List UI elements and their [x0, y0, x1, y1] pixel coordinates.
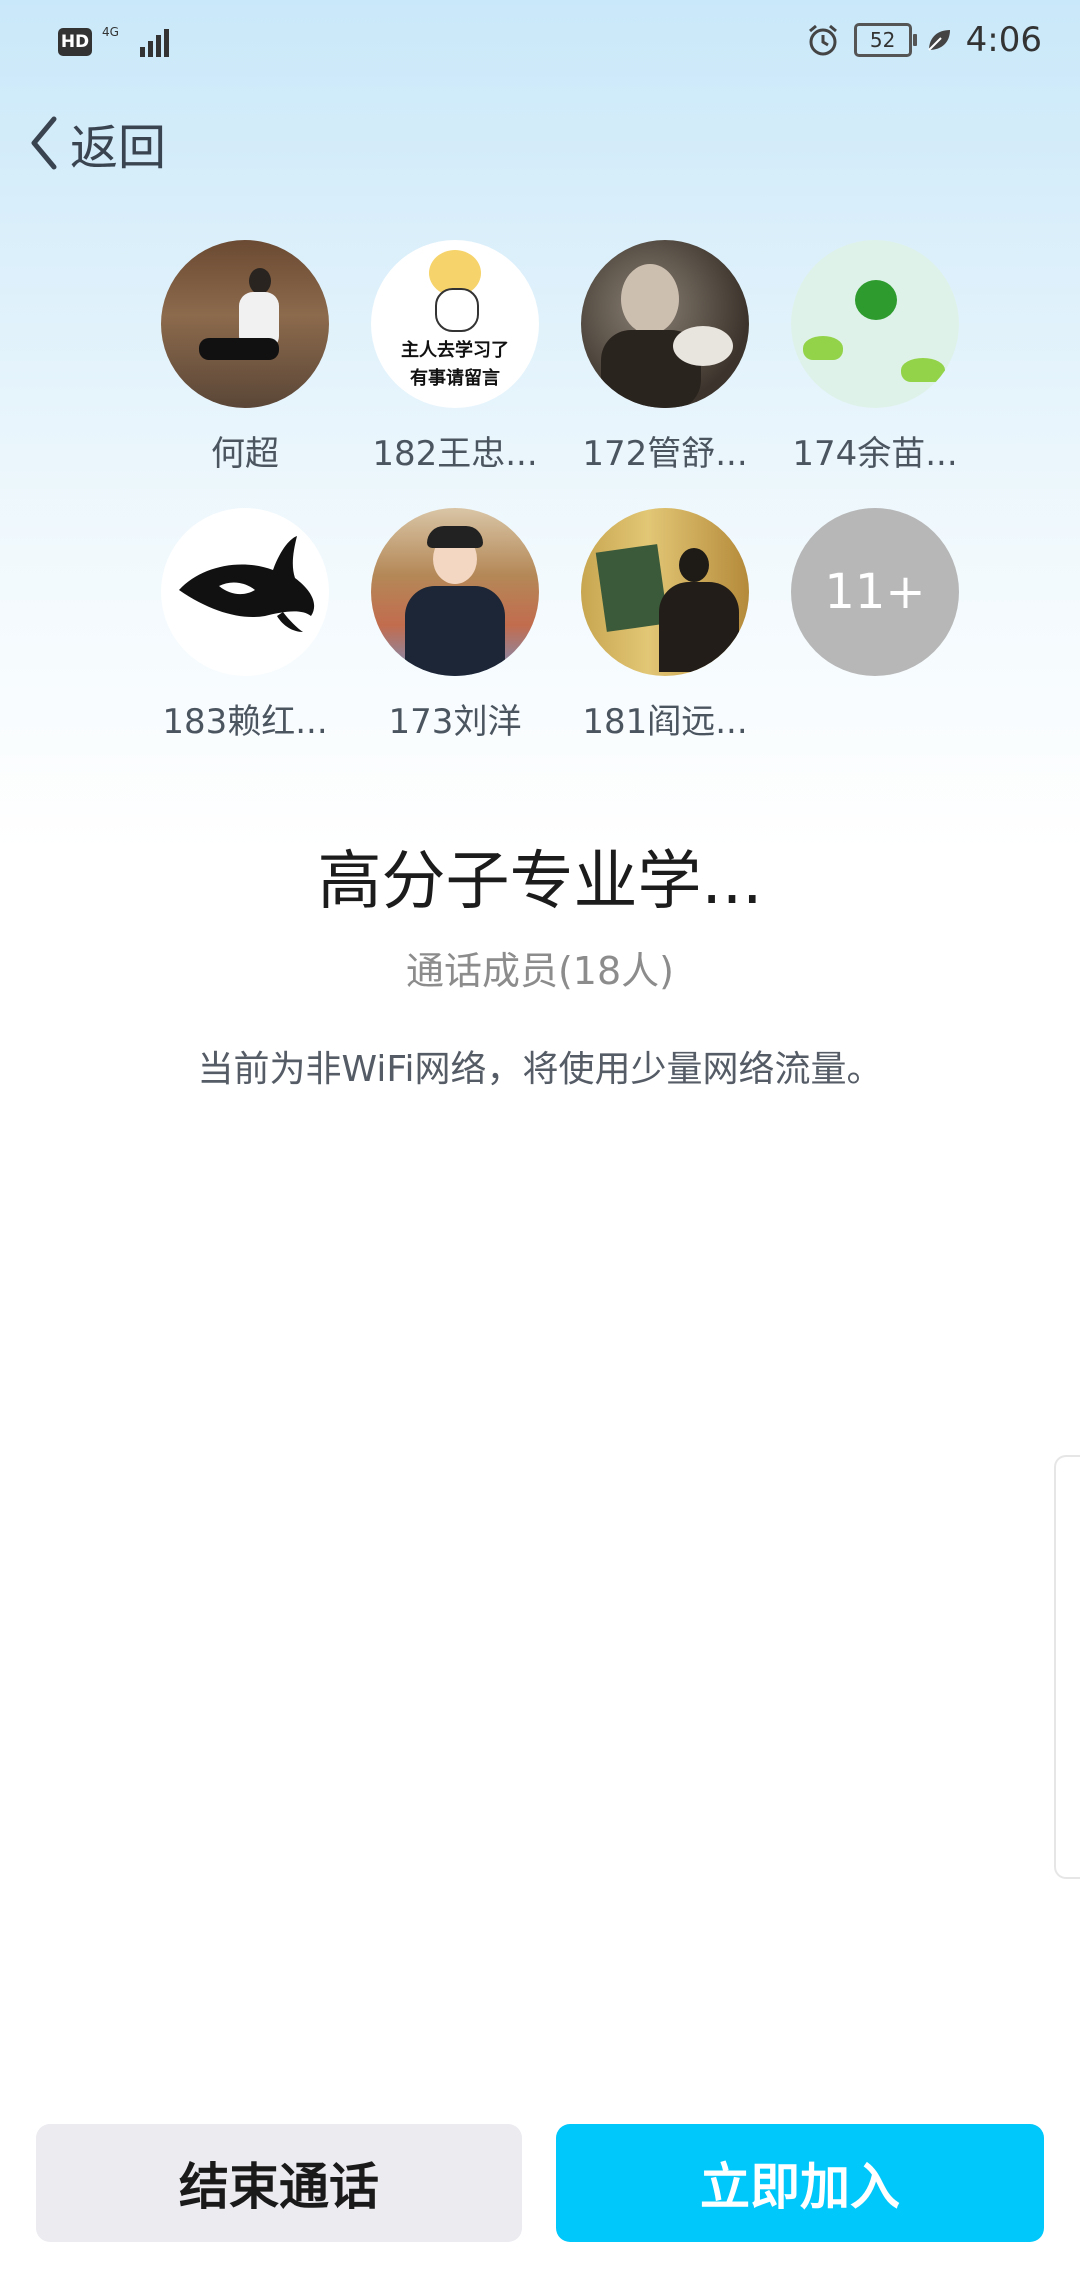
avatar-caption-2: 有事请留言 [410, 368, 500, 389]
member-item[interactable]: 何超 [140, 240, 350, 475]
alarm-icon [808, 24, 837, 56]
member-item[interactable]: 174余苗... [770, 240, 980, 475]
member-name: 181阎远... [582, 702, 748, 742]
avatar-caption-1: 主人去学习了 [401, 340, 509, 361]
network-hint: 当前为非WiFi网络，将使用少量网络流量。 [197, 1049, 883, 1090]
member-name: 何超 [211, 434, 279, 474]
more-members-count: 11+ [791, 508, 959, 676]
leaf-icon [927, 30, 950, 51]
end-call-button[interactable]: 结束通话 [36, 2124, 522, 2242]
chevron-left-icon [31, 116, 57, 170]
side-drawer-handle[interactable] [1054, 1455, 1080, 1879]
network-type-icon: 4G [102, 25, 119, 39]
member-avatar [791, 240, 959, 408]
member-name: 174余苗... [792, 434, 958, 474]
member-item[interactable]: 主人去学习了 有事请留言 182王忠... [350, 240, 560, 475]
member-name: 173刘洋 [388, 702, 522, 742]
more-members-button[interactable]: 11+ [770, 508, 980, 676]
member-name: 183赖红... [162, 702, 328, 742]
member-avatar: 主人去学习了 有事请留言 [371, 240, 539, 408]
hd-icon: HD [58, 28, 92, 56]
orca-image [179, 536, 315, 632]
member-name: 182王忠... [372, 434, 538, 474]
member-avatar [161, 240, 329, 408]
member-name: 172管舒... [582, 434, 748, 474]
member-item[interactable]: 181阎远... [560, 508, 770, 743]
join-now-button[interactable]: 立即加入 [556, 2124, 1044, 2242]
signal-icon [140, 27, 169, 57]
member-avatar [161, 508, 329, 676]
member-avatar [371, 508, 539, 676]
member-avatar [581, 508, 749, 676]
battery-icon: 52 [853, 23, 917, 57]
member-count: 通话成员(18人) [405, 949, 674, 993]
call-title: 高分子专业学... [317, 845, 763, 919]
back-label: 返回 [70, 120, 167, 176]
clock-time: 4:06 [965, 20, 1042, 60]
member-avatar [581, 240, 749, 408]
status-bar: HD 4G 52 4:06 [0, 0, 1080, 90]
member-item[interactable]: 172管舒... [560, 240, 770, 475]
back-button[interactable]: 返回 [24, 108, 166, 178]
member-item[interactable]: 173刘洋 [350, 508, 560, 743]
member-item[interactable]: 183赖红... [140, 508, 350, 743]
